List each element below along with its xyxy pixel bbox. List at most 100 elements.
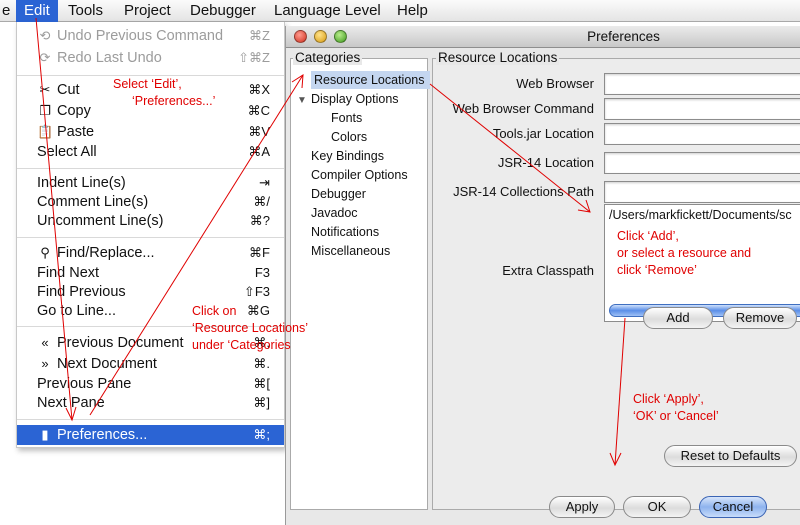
menu-item-label: Comment Line(s) — [37, 194, 149, 210]
menu-item-label: Next Pane — [37, 395, 105, 411]
menu-item-label: Undo Previous Command — [57, 28, 224, 44]
menu-item-label: Indent Line(s) — [37, 175, 126, 191]
resource-locations-title: Resource Locations — [436, 50, 560, 65]
menu-language-level[interactable]: Language Level — [266, 0, 389, 22]
category-fonts[interactable]: Fonts — [331, 109, 362, 127]
annotation-step1-line2: ‘Preferences...’ — [132, 94, 216, 108]
menu-item-label: Select All — [37, 144, 97, 160]
category-miscellaneous[interactable]: Miscellaneous — [311, 242, 390, 260]
menu-item-label: Find Previous — [37, 284, 126, 300]
menu-item-shortcut: ⌘V — [248, 124, 270, 139]
menu-item-find-previous[interactable]: Find Previous ⇧F3 — [17, 282, 284, 302]
category-debugger[interactable]: Debugger — [311, 185, 366, 203]
menu-item-next-document[interactable]: » Next Document ⌘. — [17, 354, 284, 374]
menu-item-next-pane[interactable]: Next Pane ⌘] — [17, 393, 284, 413]
category-display-options[interactable]: Display Options — [311, 90, 399, 108]
menu-item-shortcut: ⌘G — [246, 303, 270, 318]
menu-item-label: Find Next — [37, 265, 100, 281]
menu-separator — [17, 168, 284, 169]
annotation-step2-line3: under ‘Categories — [192, 338, 291, 352]
menu-item-shortcut: ⇥ — [259, 175, 270, 190]
menu-help[interactable]: Help — [389, 0, 436, 22]
menu-item-label: Redo Last Undo — [57, 50, 162, 66]
menu-item-label: Next Document — [57, 356, 157, 372]
category-key-bindings[interactable]: Key Bindings — [311, 147, 384, 165]
cancel-button[interactable]: Cancel — [699, 496, 767, 518]
menu-item-find-replace[interactable]: ⚲ Find/Replace... ⌘F — [17, 243, 284, 263]
menu-item-paste[interactable]: 📋 Paste ⌘V — [17, 122, 284, 142]
menu-item-shortcut: ⌘F — [249, 245, 270, 260]
menu-item-shortcut: ⇧F3 — [243, 284, 270, 299]
menu-item-previous-pane[interactable]: Previous Pane ⌘[ — [17, 374, 284, 394]
undo-icon: ⟲ — [39, 28, 51, 43]
categories-title: Categories — [293, 50, 363, 65]
menu-item-shortcut: ⌘C — [247, 103, 270, 118]
annotation-step3-line3: click ‘Remove’ — [617, 263, 697, 277]
menu-item-shortcut: ⌘A — [248, 144, 270, 159]
menu-item-indent-lines[interactable]: Indent Line(s) ⇥ — [17, 173, 284, 193]
binoculars-icon: ⚲ — [40, 245, 50, 260]
tools-jar-location-label: Tools.jar Location — [492, 126, 594, 141]
menu-item-label: Copy — [57, 103, 91, 119]
classpath-entry[interactable]: /Users/markfickett/Documents/sc — [609, 208, 792, 222]
menu-item-go-to-line[interactable]: Go to Line... ⌘G — [17, 301, 284, 321]
ok-button[interactable]: OK — [623, 496, 691, 518]
menu-edit[interactable]: Edit — [16, 0, 58, 22]
web-browser-command-input[interactable] — [604, 98, 800, 120]
menu-item-undo[interactable]: ⟲ Undo Previous Command ⌘Z — [17, 26, 284, 46]
menu-debugger[interactable]: Debugger — [182, 0, 264, 22]
jsr14-location-input[interactable] — [604, 152, 800, 174]
categories-panel: Resource Locations Display Options Fonts… — [290, 58, 431, 510]
menu-item-shortcut: ⌘? — [249, 213, 270, 228]
redo-icon: ⟳ — [39, 50, 51, 65]
window-title-bar[interactable]: Preferences — [286, 26, 800, 48]
category-compiler-options[interactable]: Compiler Options — [311, 166, 408, 184]
tools-jar-location-input[interactable] — [604, 123, 800, 145]
extra-classpath-label: Extra Classpath — [502, 263, 594, 278]
menu-item-redo[interactable]: ⟳ Redo Last Undo ⇧⌘Z — [17, 48, 284, 68]
menu-item-shortcut: F3 — [254, 265, 270, 280]
menu-item-select-all[interactable]: Select All ⌘A — [17, 142, 284, 162]
category-resource-locations[interactable]: Resource Locations — [311, 71, 431, 89]
apply-button[interactable]: Apply — [549, 496, 615, 518]
menu-item-label: Uncomment Line(s) — [37, 213, 164, 229]
menu-tools[interactable]: Tools — [60, 0, 111, 22]
category-notifications[interactable]: Notifications — [311, 223, 379, 241]
web-browser-command-label: Web Browser Command — [452, 101, 594, 116]
web-browser-label: Web Browser — [516, 76, 594, 91]
menu-separator — [17, 75, 284, 76]
menu-item-label: Previous Document — [57, 335, 184, 351]
menu-item-find-next[interactable]: Find Next F3 — [17, 263, 284, 283]
annotation-step1-line1: Select ‘Edit’, — [113, 77, 182, 91]
menu-item-label: Cut — [57, 82, 80, 98]
chevron-left-icon: « — [41, 335, 49, 350]
menu-bar: e Edit Tools Project Debugger Language L… — [0, 0, 800, 22]
disclosure-triangle-icon[interactable]: ▼ — [297, 95, 307, 106]
category-javadoc[interactable]: Javadoc — [311, 204, 358, 222]
menu-project[interactable]: Project — [116, 0, 179, 22]
menu-item-label: Find/Replace... — [57, 245, 155, 261]
menu-item-shortcut: ⌘Z — [249, 28, 270, 43]
window-title: Preferences — [587, 29, 660, 44]
category-colors[interactable]: Colors — [331, 128, 367, 146]
add-button[interactable]: Add — [643, 307, 713, 329]
chevron-right-icon: » — [41, 356, 49, 371]
menu-item-preferences[interactable]: ▮ Preferences... ⌘; — [17, 425, 284, 445]
annotation-step3-line1: Click ‘Add’, — [617, 229, 679, 243]
jsr14-collections-path-label: JSR-14 Collections Path — [453, 184, 594, 199]
menu-item-shortcut: ⇧⌘Z — [238, 50, 270, 65]
jsr14-collections-path-input[interactable] — [604, 181, 800, 203]
menu-item-comment-lines[interactable]: Comment Line(s) ⌘/ — [17, 192, 284, 212]
annotation-step3-line2: or select a resource and — [617, 246, 752, 260]
reset-to-defaults-button[interactable]: Reset to Defaults — [664, 445, 797, 467]
remove-button[interactable]: Remove — [723, 307, 797, 329]
annotation-step4-line2: ‘OK’ or ‘Cancel’ — [633, 409, 719, 423]
copy-icon: ❐ — [39, 103, 51, 118]
menu-separator — [17, 419, 284, 420]
menu-separator — [17, 237, 284, 238]
menu-item-shortcut: ⌘] — [253, 395, 270, 410]
annotation-step2-line1: Click on — [192, 304, 237, 318]
preferences-icon: ▮ — [41, 427, 49, 442]
menu-item-uncomment-lines[interactable]: Uncomment Line(s) ⌘? — [17, 211, 284, 231]
web-browser-input[interactable] — [604, 73, 800, 95]
